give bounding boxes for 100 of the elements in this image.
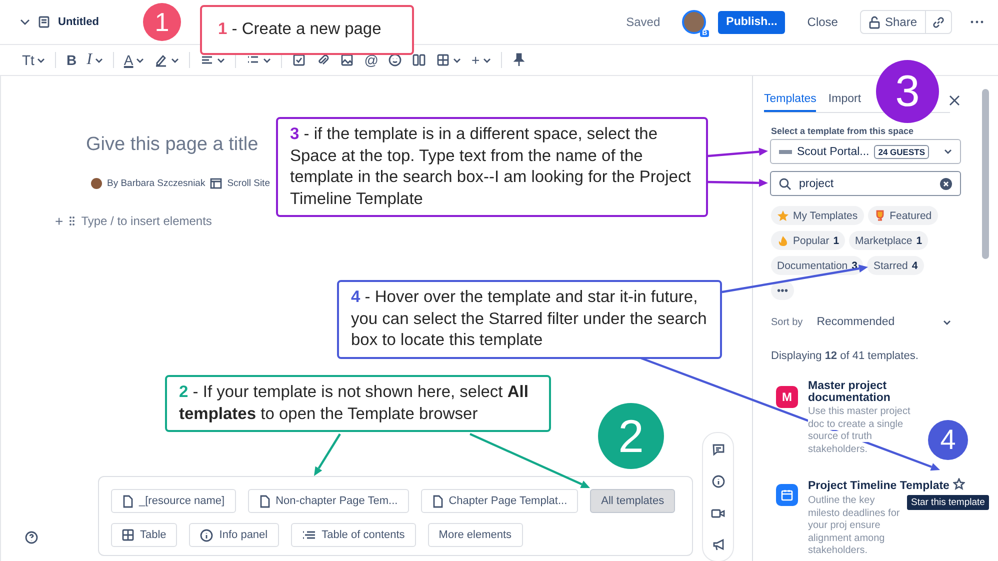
author-name: By Barbara Szczesniak xyxy=(107,178,206,189)
page-title: Untitled xyxy=(58,16,99,28)
checkbox-button[interactable] xyxy=(292,53,306,67)
pin-icon xyxy=(512,53,526,67)
space-dropdown[interactable]: Scout Portal... 24 GUESTS xyxy=(770,139,961,164)
highlight-icon xyxy=(154,53,168,67)
search-icon xyxy=(779,178,791,190)
publish-button[interactable]: Publish... xyxy=(718,10,786,34)
template-icon: M xyxy=(776,386,798,408)
filter-chip[interactable]: Popular 1 xyxy=(771,231,846,250)
step-number-badge: 2 xyxy=(598,403,664,469)
help-icon xyxy=(25,531,38,544)
chevron-down-icon xyxy=(20,19,30,25)
template-title[interactable]: Master project documentation xyxy=(808,380,948,404)
filter-chip[interactable]: My Templates xyxy=(771,206,864,225)
more-icon xyxy=(970,20,984,24)
template-button[interactable]: Non-chapter Page Tem... xyxy=(248,489,409,513)
filter-chip[interactable]: Featured xyxy=(868,206,938,225)
results-count: Displaying 12 of 41 templates. xyxy=(771,350,920,362)
annotation-callout: 2 - If your template is not shown here, select All templates to open the Template browser xyxy=(165,375,551,432)
step-number-badge: 4 xyxy=(928,420,968,460)
table-button[interactable] xyxy=(436,53,462,67)
highlight-button[interactable] xyxy=(154,53,180,67)
sort-dropdown[interactable]: Recommended xyxy=(816,316,929,328)
image-icon xyxy=(340,53,354,67)
insert-placeholder[interactable]: Type / to insert elements xyxy=(81,214,212,228)
bold-button[interactable]: B xyxy=(66,52,77,68)
template-button[interactable]: Info panel xyxy=(189,523,279,547)
page-icon xyxy=(122,494,133,508)
space-label: Select a template from this space xyxy=(771,126,915,136)
italic-button[interactable]: I xyxy=(86,51,103,69)
chevron-down-icon xyxy=(171,58,180,62)
star-outline-icon xyxy=(953,478,966,490)
table-icon xyxy=(122,529,134,541)
table-icon xyxy=(436,53,450,67)
author-avatar xyxy=(91,178,102,189)
chevron-down-icon xyxy=(943,320,951,324)
template-title[interactable]: Project Timeline Template xyxy=(808,480,950,492)
columns-icon xyxy=(412,53,426,67)
text-style-button[interactable]: Tt xyxy=(22,52,46,68)
save-status: Saved xyxy=(626,15,660,29)
template-button[interactable]: Chapter Page Templat... xyxy=(420,489,578,513)
flame-icon xyxy=(777,234,789,246)
annotation-callout: 3 - if the template is in a different space, select the Space at the top. Type text from the name of the template in the search box--I am looking for the Project Timeline Template xyxy=(276,117,708,217)
video-icon xyxy=(711,508,725,519)
template-button[interactable]: More elements xyxy=(428,523,523,547)
filter-chip[interactable]: Starred 4 xyxy=(867,256,924,275)
search-field[interactable]: project xyxy=(770,171,961,196)
panel-tab[interactable]: Templates xyxy=(764,93,816,112)
chevron-down-icon xyxy=(94,58,103,62)
chevron-down-icon xyxy=(37,58,46,62)
attachment-button[interactable] xyxy=(316,53,330,67)
filter-chip[interactable]: Marketplace 1 xyxy=(849,231,928,250)
step-number-badge: 1 xyxy=(143,3,181,41)
chevron-down-icon xyxy=(944,149,952,154)
image-button[interactable] xyxy=(340,53,354,67)
sort-label: Sort by xyxy=(771,316,803,328)
columns-button[interactable] xyxy=(412,53,426,67)
panel-tab[interactable]: Import xyxy=(828,93,862,112)
list-icon xyxy=(302,530,316,540)
checkbox-icon xyxy=(292,53,306,67)
info-icon xyxy=(200,528,214,542)
drag-handle-icon xyxy=(69,216,76,226)
megaphone-icon xyxy=(712,538,724,552)
plus-icon[interactable]: + xyxy=(55,213,64,229)
scrollbar[interactable] xyxy=(982,89,989,259)
star-icon xyxy=(777,210,789,222)
mention-button[interactable]: @ xyxy=(364,52,378,68)
trophy-icon xyxy=(874,210,886,222)
link-icon xyxy=(932,16,945,28)
comment-icon xyxy=(712,442,724,456)
attachment-icon xyxy=(316,53,330,67)
arrow xyxy=(708,148,768,158)
template-button[interactable]: Table xyxy=(111,523,178,547)
pin-button[interactable] xyxy=(512,53,526,67)
page-icon xyxy=(432,494,443,508)
layout-icon xyxy=(210,178,222,189)
guests-badge: 24 GUESTS xyxy=(874,144,930,158)
title-placeholder[interactable]: Give this page a title xyxy=(86,134,258,156)
site-label: Scroll Site xyxy=(227,178,270,189)
emoji-icon xyxy=(388,53,402,67)
filter-chip[interactable]: ••• xyxy=(771,281,794,300)
emoji-button[interactable] xyxy=(388,53,402,67)
step-number-badge: 3 xyxy=(876,60,939,123)
annotation-callout: 4 - Hover over the template and star it-in future, you can select the Starred filter under the search box to locate this template xyxy=(337,280,722,358)
insert-button[interactable]: + xyxy=(471,52,491,68)
close-button[interactable]: Close xyxy=(801,14,844,30)
clear-icon xyxy=(940,178,952,190)
template-button[interactable]: _[resource name] xyxy=(111,489,236,513)
lock-icon xyxy=(868,16,880,28)
text-color-button[interactable]: A xyxy=(124,52,144,68)
document-icon xyxy=(38,16,50,28)
template-button[interactable]: Table of contents xyxy=(290,523,416,547)
template-button[interactable]: All templates xyxy=(590,489,676,513)
info-icon xyxy=(712,475,724,488)
tooltip: Star this template xyxy=(907,495,989,510)
chevron-down-icon xyxy=(453,58,462,62)
close-icon xyxy=(949,95,960,106)
arrow xyxy=(314,433,341,476)
arrow xyxy=(708,178,768,187)
